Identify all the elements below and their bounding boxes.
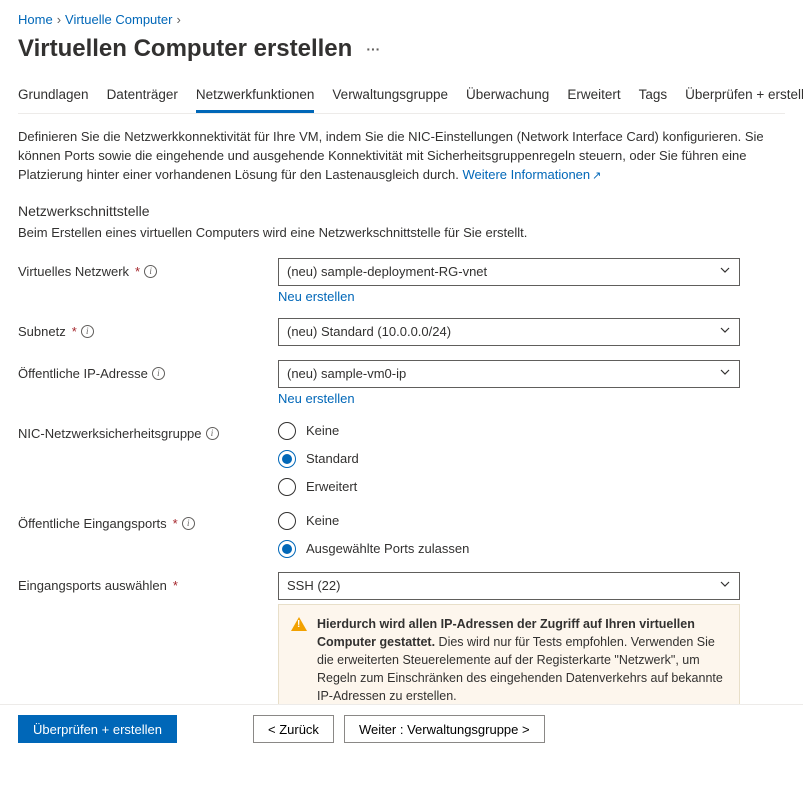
tab-advanced[interactable]: Erweitert [567, 81, 620, 113]
tabs: Grundlagen Datenträger Netzwerkfunktione… [18, 81, 785, 114]
page-title: Virtuellen Computer erstellen ··· [18, 35, 785, 63]
subnet-label: Subnetz* i [18, 318, 278, 339]
footer-bar: Überprüfen + erstellen < Zurück Weiter :… [0, 704, 803, 753]
inbound-ports-radio-group: Keine Ausgewählte Ports zulassen [278, 510, 740, 558]
inbound-ports-label: Öffentliche Eingangsports* i [18, 510, 278, 531]
chevron-right-icon: › [176, 12, 180, 27]
breadcrumb-home[interactable]: Home [18, 12, 53, 27]
public-ip-dropdown[interactable]: (neu) sample-vm0-ip [278, 360, 740, 388]
vnet-label: Virtuelles Netzwerk* i [18, 258, 278, 279]
tab-disks[interactable]: Datenträger [107, 81, 178, 113]
info-icon[interactable]: i [206, 427, 219, 440]
breadcrumb-vms[interactable]: Virtuelle Computer [65, 12, 172, 27]
section-desc: Beim Erstellen eines virtuellen Computer… [18, 225, 785, 240]
inbound-option-allow[interactable]: Ausgewählte Ports zulassen [278, 540, 740, 558]
info-icon[interactable]: i [81, 325, 94, 338]
tab-tags[interactable]: Tags [639, 81, 668, 113]
radio-icon [278, 512, 296, 530]
vnet-create-new-link[interactable]: Neu erstellen [278, 289, 355, 304]
chevron-down-icon [718, 366, 731, 381]
chevron-down-icon [718, 578, 731, 593]
warning-text: Hierdurch wird allen IP-Adressen der Zug… [317, 615, 727, 706]
warning-icon [291, 617, 307, 631]
more-actions-icon[interactable]: ··· [366, 41, 380, 57]
section-title: Netzwerkschnittstelle [18, 203, 785, 219]
learn-more-link[interactable]: Weitere Informationen↗ [462, 167, 601, 182]
public-ip-create-new-link[interactable]: Neu erstellen [278, 391, 355, 406]
radio-checked-icon [278, 540, 296, 558]
next-button[interactable]: Weiter : Verwaltungsgruppe > [344, 715, 545, 743]
subnet-dropdown[interactable]: (neu) Standard (10.0.0.0/24) [278, 318, 740, 346]
tab-monitoring[interactable]: Überwachung [466, 81, 549, 113]
nsg-option-advanced[interactable]: Erweitert [278, 478, 740, 496]
info-icon[interactable]: i [182, 517, 195, 530]
select-ports-dropdown[interactable]: SSH (22) [278, 572, 740, 600]
chevron-right-icon: › [57, 12, 61, 27]
tab-basics[interactable]: Grundlagen [18, 81, 89, 113]
tab-management[interactable]: Verwaltungsgruppe [332, 81, 448, 113]
review-create-button[interactable]: Überprüfen + erstellen [18, 715, 177, 743]
radio-checked-icon [278, 450, 296, 468]
chevron-down-icon [718, 264, 731, 279]
tab-review[interactable]: Überprüfen + erstellen [685, 81, 803, 113]
nsg-radio-group: Keine Standard Erweitert [278, 420, 740, 496]
inbound-option-none[interactable]: Keine [278, 512, 740, 530]
radio-icon [278, 422, 296, 440]
warning-box: Hierdurch wird allen IP-Adressen der Zug… [278, 604, 740, 717]
public-ip-label: Öffentliche IP-Adresse i [18, 360, 278, 381]
nsg-option-none[interactable]: Keine [278, 422, 740, 440]
chevron-down-icon [718, 324, 731, 339]
info-icon[interactable]: i [144, 265, 157, 278]
intro-text: Definieren Sie die Netzwerkkonnektivität… [18, 128, 785, 185]
info-icon[interactable]: i [152, 367, 165, 380]
breadcrumb: Home › Virtuelle Computer › [18, 12, 785, 27]
select-ports-label: Eingangsports auswählen* [18, 572, 278, 593]
external-link-icon: ↗ [592, 170, 601, 182]
vnet-dropdown[interactable]: (neu) sample-deployment-RG-vnet [278, 258, 740, 286]
nsg-option-basic[interactable]: Standard [278, 450, 740, 468]
tab-networking[interactable]: Netzwerkfunktionen [196, 81, 315, 113]
radio-icon [278, 478, 296, 496]
back-button[interactable]: < Zurück [253, 715, 334, 743]
nsg-label: NIC-Netzwerksicherheitsgruppe i [18, 420, 278, 441]
